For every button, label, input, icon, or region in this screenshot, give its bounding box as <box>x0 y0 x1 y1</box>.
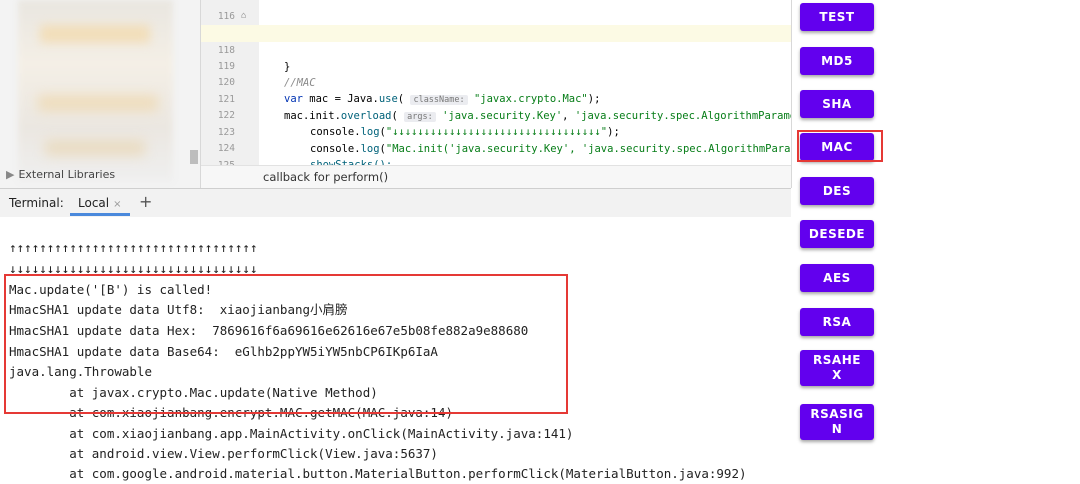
terminal-line: at android.view.View.performClick(View.j… <box>9 446 438 461</box>
project-scrollbar[interactable] <box>190 150 198 164</box>
test-button[interactable]: TEST <box>800 3 874 31</box>
md5-button[interactable]: MD5 <box>800 47 874 75</box>
terminal-line: ↑↑↑↑↑↑↑↑↑↑↑↑↑↑↑↑↑↑↑↑↑↑↑↑↑↑↑↑↑↑↑↑↑ <box>9 240 258 255</box>
breadcrumb: callback for perform() <box>201 165 791 188</box>
rsahex-button[interactable]: RSAHE X <box>800 350 874 386</box>
code-editor[interactable]: 116 return result; 117 ⌂ } 118 119 //MAC… <box>201 0 792 188</box>
project-panel: ▶ External Libraries <box>0 0 201 188</box>
code-line-current: 118 <box>201 25 791 56</box>
code-line: 124 showStacks(); <box>217 143 392 171</box>
expand-arrow-icon[interactable]: ▶ <box>6 168 14 181</box>
code-line: 117 ⌂ } <box>201 8 791 73</box>
code-line: 123 console.log("Mac.init('java.security… <box>217 127 791 155</box>
selection-highlight <box>797 130 883 162</box>
close-icon[interactable]: × <box>113 199 121 210</box>
terminal-line: at com.google.android.material.button.Ma… <box>9 466 747 481</box>
code-line: 122 console.log("↓↓↓↓↓↓↓↓↓↓↓↓↓↓↓↓↓↓↓↓↓↓↓… <box>217 110 620 138</box>
rsasign-button[interactable]: RSASIG N <box>800 404 874 440</box>
desede-button[interactable]: DESEDE <box>800 220 874 248</box>
code-line: 121 mac.init.overload( args: 'java.secur… <box>217 94 791 122</box>
code-line: 119 //MAC <box>217 61 316 89</box>
code-line: 120 var mac = Java.use( className: "java… <box>217 77 601 105</box>
rsa-button[interactable]: RSA <box>800 308 874 336</box>
des-button[interactable]: DES <box>800 177 874 205</box>
fold-icon[interactable]: ⌂ <box>241 8 246 25</box>
code-line: 125 console.log("↑↑↑↑↑↑↑↑↑↑↑↑↑↑↑↑↑↑↑↑↑↑↑… <box>201 140 791 188</box>
terminal-header: Terminal: Local × + <box>0 188 791 218</box>
highlight-box <box>4 274 568 414</box>
aes-button[interactable]: AES <box>800 264 874 292</box>
sha-button[interactable]: SHA <box>800 90 874 118</box>
app-button-panel: TEST MD5 SHA MAC DES DESEDE AES RSA RSAH… <box>792 0 1080 483</box>
tab-local[interactable]: Local × <box>70 189 130 216</box>
add-tab-button[interactable]: + <box>139 192 152 211</box>
code-line: 116 return result; <box>217 11 403 39</box>
external-libraries-node[interactable]: ▶ External Libraries <box>6 168 115 181</box>
terminal-line: at com.xiaojianbang.app.MainActivity.onC… <box>9 426 574 441</box>
